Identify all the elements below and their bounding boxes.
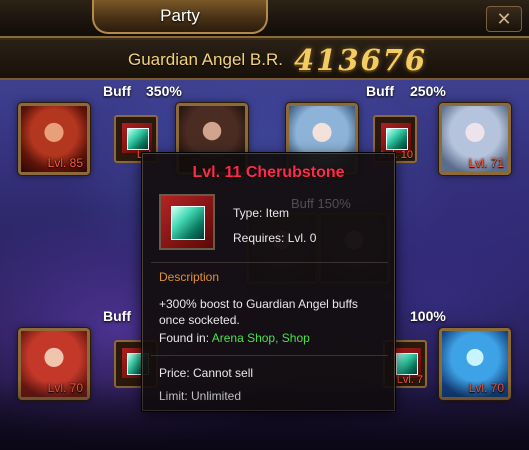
buff-pct-top-right: 250%	[410, 83, 446, 99]
gem-level: Lvl. 7	[396, 374, 423, 386]
buff-pct-top-left: 350%	[146, 83, 182, 99]
divider	[151, 262, 388, 263]
item-tooltip: Buff 150% Lvl. 11 Cherubstone Type: Item…	[142, 153, 395, 411]
hero-level: Lvl. 85	[47, 156, 83, 170]
found-in-label: Found in:	[159, 331, 210, 345]
tooltip-found-in: Found in: Arena Shop, Shop	[159, 331, 310, 345]
divider	[151, 355, 388, 356]
hero-level: Lvl. 70	[47, 381, 83, 395]
battle-rating-bar: Guardian Angel B.R. 413676	[0, 40, 529, 80]
tooltip-price: Price: Cannot sell	[159, 366, 254, 380]
hero-level: Lvl. 71	[468, 156, 504, 170]
found-in-places: Arena Shop, Shop	[211, 331, 310, 345]
tooltip-description-header: Description	[159, 270, 220, 284]
hero-avatar	[442, 331, 508, 397]
tooltip-type: Type: Item	[233, 206, 290, 220]
hero-portrait-bottom-left[interactable]: Lvl. 70	[18, 328, 90, 400]
buff-pct-bottom-right: 100%	[410, 308, 446, 324]
title-bar: Party ✕	[0, 0, 529, 38]
hero-portrait-top-right-2[interactable]: Lvl. 71	[439, 103, 511, 175]
buff-label-top-right: Buff	[366, 83, 394, 99]
guardian-angel-br-label: Guardian Angel B.R.	[128, 50, 283, 69]
buff-label-top-left: Buff	[103, 83, 131, 99]
close-icon: ✕	[496, 9, 512, 29]
tooltip-requires: Requires: Lvl. 0	[233, 231, 317, 245]
party-tab-label: Party	[160, 6, 200, 25]
tooltip-limit: Limit: Unlimited	[159, 389, 242, 403]
close-button[interactable]: ✕	[486, 6, 522, 32]
tooltip-title: Lvl. 11 Cherubstone	[192, 164, 345, 181]
party-tab[interactable]: Party	[92, 0, 268, 34]
cherubstone-gem-icon	[159, 194, 215, 250]
hero-portrait-bottom-right[interactable]: Lvl. 70	[439, 328, 511, 400]
hero-level: Lvl. 70	[468, 381, 504, 395]
hero-avatar	[21, 331, 87, 397]
guardian-angel-br-value: 413676	[294, 43, 428, 77]
party-screen: Party ✕ Guardian Angel B.R. 413676 Buff …	[0, 0, 529, 450]
hero-portrait-top-left[interactable]: Lvl. 85	[18, 103, 90, 175]
buff-label-bottom-left: Buff	[103, 308, 131, 324]
ghost-buff-text: Buff 150%	[291, 196, 351, 211]
tooltip-description: +300% boost to Guardian Angel buffs once…	[159, 297, 358, 327]
